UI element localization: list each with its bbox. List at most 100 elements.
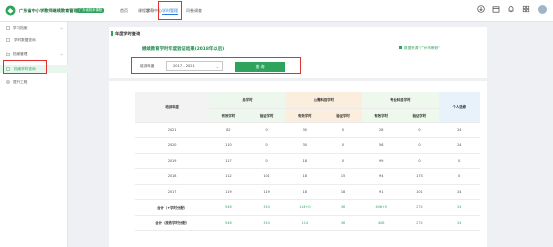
table-row: 2018 112 101 18 15 94 173 0: [135, 168, 480, 185]
table-cell: 2020: [135, 137, 210, 154]
table-cell: 30: [285, 137, 324, 154]
verified-hours-header: 验证学时: [247, 108, 286, 123]
section-title-marker: [111, 31, 113, 36]
table-cell: 117: [209, 153, 248, 169]
sidebar-item-label: 提升工程: [13, 80, 28, 84]
query-button[interactable]: 查 询: [235, 62, 285, 72]
table-cell: 310: [247, 215, 286, 231]
sidebar-item-improvement-project[interactable]: 提升工程: [0, 78, 68, 86]
table-row: 2017 119 119 18 18 91 101 24: [135, 184, 480, 200]
table-cell: 0: [400, 153, 439, 169]
sidebar-item-label: 学时数据查询: [14, 38, 36, 42]
table-cell: 18: [285, 184, 324, 200]
data-source-text: 数据来源“广州市教研”: [404, 45, 441, 50]
table-cell: 94: [362, 168, 401, 185]
target-icon: [6, 80, 10, 84]
year-range-select[interactable]: 2017 - 2021: [166, 61, 223, 71]
table-cell: 119: [247, 184, 286, 200]
brand-title: 广东省中小学教师继续教育管理系统: [19, 8, 87, 13]
table-cell: 28: [362, 122, 401, 138]
menu-grid-icon[interactable]: [522, 5, 530, 13]
table-cell: 546: [209, 199, 248, 216]
sidebar-item-learning-archive[interactable]: 学习档案: [0, 24, 68, 32]
table-cell: 114+0: [285, 199, 324, 216]
table-cell: 36: [323, 215, 363, 231]
table-cell: 0: [438, 168, 480, 185]
document-icon: [6, 38, 10, 42]
table-cell: 546: [209, 215, 248, 231]
table-cell: 18: [285, 168, 324, 185]
table-cell: 274: [400, 215, 439, 231]
table-cell: 2019: [135, 153, 210, 169]
data-source: 数据来源“广州市教研”: [399, 46, 440, 51]
hours-table: 培训年度 总学时 公需科目学时 专业科目学时 个人选修 有效学时 验证学时 有效…: [135, 92, 480, 231]
table-cell: 18: [285, 153, 324, 169]
sidebar-item-archive-management[interactable]: 档案管理: [0, 50, 68, 58]
table-row: 2020 110 0 30 0 56 0 24: [135, 137, 480, 154]
table-cell: 82: [209, 122, 248, 138]
table-cell: 0: [438, 153, 480, 169]
table-row: 2019 117 0 18 0 99 0 0: [135, 153, 480, 169]
nav-active-underline: [162, 14, 178, 15]
sidebar-item-hours-query[interactable]: 学时数据查询: [0, 36, 68, 44]
table-cell: 2021: [135, 122, 210, 138]
table-cell: 15: [323, 168, 363, 185]
public-hours-header: 公需科目学时: [285, 92, 363, 109]
calendar-icon[interactable]: [492, 5, 500, 13]
table-cell: 408+0: [362, 199, 401, 216]
top-bar: 广东省中小学教师继续教育管理系统 广东省校本课程 首页 课程超市 学时管理 问卷…: [0, 0, 553, 22]
verified-hours-header: 验证学时: [400, 108, 439, 123]
nav-survey[interactable]: 问卷调查: [186, 8, 202, 14]
nav-learning-center[interactable]: 学习中心: [146, 8, 162, 14]
archive-icon: [6, 26, 10, 30]
table-cell: 114: [285, 215, 324, 231]
user-avatar[interactable]: [538, 5, 547, 14]
table-cell: 0: [400, 122, 439, 138]
table-cell: 24: [438, 215, 480, 231]
notification-bell-icon[interactable]: [507, 5, 515, 13]
table-cell: 2017: [135, 184, 210, 200]
table-cell: 0: [323, 153, 363, 169]
table-cell: 0: [247, 122, 286, 138]
table-cell: 112: [209, 168, 248, 185]
sidebar-item-label: 学习档案: [13, 26, 28, 30]
valid-hours-header: 有效学时: [285, 108, 324, 123]
table-cell: 24: [438, 122, 480, 138]
table-cell: 30: [285, 122, 324, 138]
table-cell: 0: [323, 137, 363, 154]
professional-hours-header: 专业科目学时: [362, 92, 439, 109]
table-cell: 119: [209, 184, 248, 200]
table-cell: 91: [362, 184, 401, 200]
verified-hours-header: 验证学时: [323, 108, 363, 123]
download-icon[interactable]: [477, 5, 485, 13]
table-cell: 24: [438, 184, 480, 200]
nav-home[interactable]: 首页: [120, 8, 128, 14]
table-cell: 310: [247, 199, 286, 216]
table-cell: 18: [323, 184, 363, 200]
valid-hours-header: 有效学时: [362, 108, 401, 123]
chevron-down-icon: [216, 66, 219, 68]
personal-elective-header: 个人选修: [438, 92, 480, 123]
table-cell: 0: [400, 137, 439, 154]
year-range-value: 2017 - 2021: [173, 64, 195, 68]
table-cell: 408: [362, 215, 401, 231]
sidebar: 学习档案 学时数据查询 档案管理 档案学时查询 提升工程: [0, 22, 68, 247]
total-hours-header: 总学时: [209, 92, 286, 109]
table-cell: 0: [247, 137, 286, 154]
table-cell: 173: [400, 168, 439, 185]
data-source-marker-icon: [399, 46, 402, 49]
table-cell: 24: [438, 137, 480, 154]
result-subtitle: 继续教育学时年度验证结果(2018年以后): [142, 47, 225, 52]
table-total-row: 合计（按改学时分配） 546 310 114 36 408 274 24: [135, 215, 480, 231]
chevron-down-icon: [60, 27, 63, 29]
table-cell: 56: [362, 137, 401, 154]
table-cell: 0: [247, 153, 286, 169]
valid-hours-header: 有效学时: [209, 108, 248, 123]
table-cell: 101: [247, 168, 286, 185]
sidebar-item-label: 档案管理: [13, 52, 28, 56]
year-column-header: 培训年度: [135, 92, 210, 123]
logo-icon: [5, 5, 16, 16]
folder-icon: [6, 52, 10, 56]
total-label: 合计（按改学时分配）: [135, 215, 210, 231]
total-label: 合计（+学时分配）: [135, 199, 210, 216]
